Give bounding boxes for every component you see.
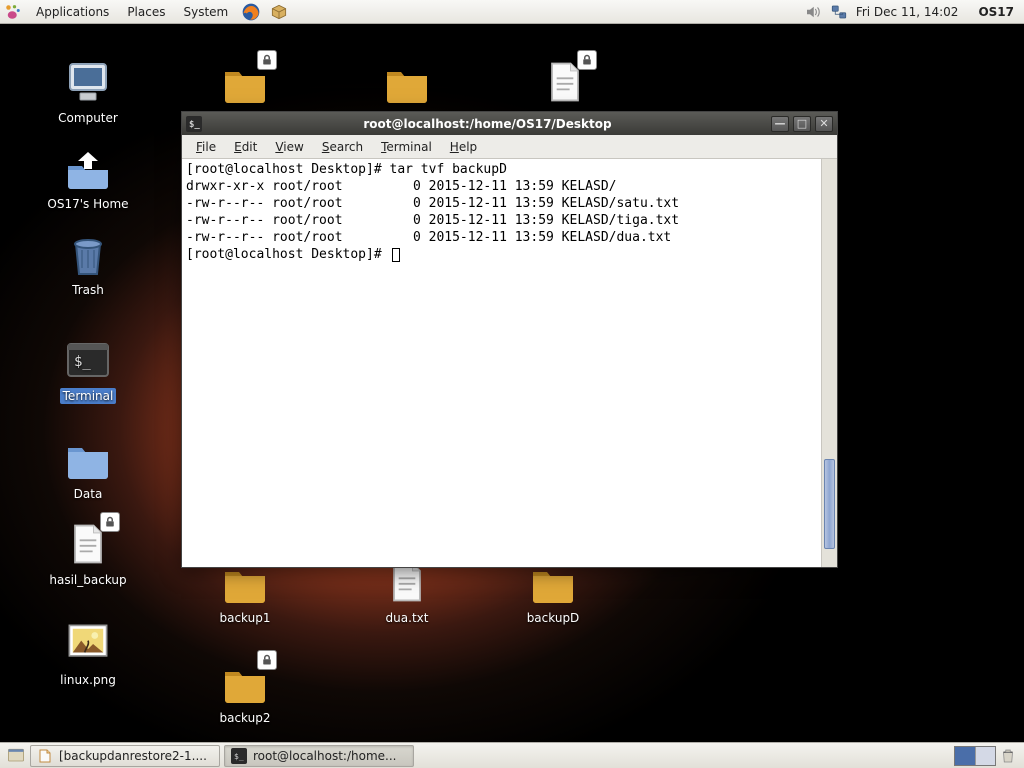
desktop-icon-linuxpng[interactable]: linux.png <box>33 618 143 688</box>
network-icon[interactable] <box>830 3 848 21</box>
svg-text:$_: $_ <box>74 354 91 370</box>
menu-search[interactable]: Search <box>314 138 371 156</box>
menu-applications[interactable]: Applications <box>28 3 117 21</box>
trash-icon <box>62 228 114 280</box>
folder-icon <box>219 56 271 108</box>
task-terminal[interactable]: $_ root@localhost:/home... <box>224 745 414 767</box>
volume-icon[interactable] <box>804 3 822 21</box>
system-menu-area: Applications Places System <box>4 2 292 22</box>
menu-places[interactable]: Places <box>119 3 173 21</box>
panel-trash-icon[interactable] <box>996 745 1020 767</box>
lock-emblem-icon <box>100 512 120 532</box>
system-tray: Fri Dec 11, 14:02 OS17 <box>804 3 1020 21</box>
icon-label: hasil_backup <box>46 572 129 588</box>
home-icon <box>62 142 114 194</box>
icon-label: dua.txt <box>383 610 432 626</box>
show-desktop-button[interactable] <box>4 745 28 767</box>
terminal-icon: $_ <box>231 748 247 764</box>
package-icon[interactable] <box>269 2 289 22</box>
task-label: root@localhost:/home... <box>253 749 396 763</box>
svg-text:$_: $_ <box>234 752 244 761</box>
folder-icon <box>381 56 433 108</box>
gnome-foot-icon <box>4 3 22 21</box>
icon-label: linux.png <box>57 672 119 688</box>
minimize-button[interactable]: — <box>771 116 789 132</box>
menu-terminal[interactable]: Terminal <box>373 138 440 156</box>
icon-label: backup2 <box>216 710 273 726</box>
desktop-icon-computer[interactable]: Computer <box>33 56 143 126</box>
desktop-icon-hasilbackup[interactable]: hasil_backup <box>33 518 143 588</box>
task-document[interactable]: [backupdanrestore2-1.... <box>30 745 220 767</box>
icon-label: backupD <box>524 610 583 626</box>
icon-label: Data <box>71 486 106 502</box>
terminal-body: [root@localhost Desktop]# tar tvf backup… <box>182 159 837 567</box>
icon-label: Terminal <box>60 388 117 404</box>
close-button[interactable]: ✕ <box>815 116 833 132</box>
menu-view[interactable]: View <box>267 138 311 156</box>
terminal-cursor <box>392 248 400 262</box>
icon-label: Computer <box>55 110 121 126</box>
folder-icon <box>219 656 271 708</box>
menu-system[interactable]: System <box>175 3 236 21</box>
terminal-icon: $_ <box>62 334 114 386</box>
textfile-icon <box>539 56 591 108</box>
icon-label: Trash <box>69 282 107 298</box>
taskbar: [backupdanrestore2-1.... $_ root@localhost… <box>28 745 416 767</box>
terminal-window: $_ root@localhost:/home/OS17/Desktop — □… <box>181 111 838 568</box>
lock-emblem-icon <box>257 50 277 70</box>
terminal-scrollbar[interactable] <box>821 159 837 567</box>
maximize-button[interactable]: □ <box>793 116 811 132</box>
titlebar[interactable]: $_ root@localhost:/home/OS17/Desktop — □… <box>182 112 837 135</box>
icon-label: backup1 <box>216 610 273 626</box>
menu-edit[interactable]: Edit <box>226 138 265 156</box>
workspace-switcher[interactable] <box>954 746 996 766</box>
bottom-panel: [backupdanrestore2-1.... $_ root@localhost… <box>0 742 1024 768</box>
folder-blue-icon <box>62 432 114 484</box>
menu-help[interactable]: Help <box>442 138 485 156</box>
document-icon <box>37 748 53 764</box>
desktop-icon-backup2[interactable]: backup2 <box>190 656 300 726</box>
scrollbar-thumb[interactable] <box>824 459 835 549</box>
computer-icon <box>62 56 114 108</box>
terminal-titlebar-icon: $_ <box>186 116 202 132</box>
desktop-icon-data[interactable]: Data <box>33 432 143 502</box>
desktop-icon-trash[interactable]: Trash <box>33 228 143 298</box>
icon-label: OS17's Home <box>44 196 131 212</box>
textfile-icon <box>62 518 114 570</box>
desktop-icon-terminal[interactable]: $_ Terminal <box>33 334 143 404</box>
lock-emblem-icon <box>577 50 597 70</box>
user-menu[interactable]: OS17 <box>978 5 1014 19</box>
terminal-output[interactable]: [root@localhost Desktop]# tar tvf backup… <box>182 159 821 567</box>
image-icon <box>62 618 114 670</box>
top-panel: Applications Places System Fri Dec 11, 1… <box>0 0 1024 24</box>
clock[interactable]: Fri Dec 11, 14:02 <box>856 5 959 19</box>
svg-text:$_: $_ <box>189 120 200 130</box>
window-title: root@localhost:/home/OS17/Desktop <box>208 117 767 131</box>
lock-emblem-icon <box>257 650 277 670</box>
firefox-icon[interactable] <box>241 2 261 22</box>
terminal-menubar: FileEditViewSearchTerminalHelp <box>182 135 837 159</box>
task-label: [backupdanrestore2-1.... <box>59 749 207 763</box>
desktop-icon-home[interactable]: OS17's Home <box>33 142 143 212</box>
menu-file[interactable]: File <box>188 138 224 156</box>
